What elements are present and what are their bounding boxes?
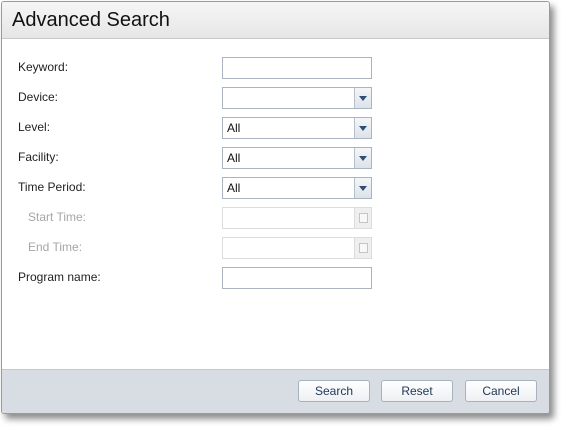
facility-label: Facility:	[18, 150, 59, 164]
program-name-input[interactable]	[222, 267, 372, 289]
program-name-label: Program name:	[18, 270, 101, 284]
start-time-input	[222, 207, 372, 229]
time-period-select[interactable]: All	[222, 177, 372, 199]
device-select[interactable]	[222, 87, 372, 109]
facility-row: Facility: All	[2, 147, 549, 169]
facility-select[interactable]: All	[222, 147, 372, 169]
dialog-titlebar: Advanced Search	[2, 2, 549, 39]
keyword-input[interactable]	[222, 57, 372, 79]
time-period-label: Time Period:	[18, 180, 86, 194]
level-row: Level: All	[2, 117, 549, 139]
time-period-value: All	[227, 181, 241, 195]
search-button[interactable]: Search	[298, 380, 370, 402]
device-row: Device:	[2, 87, 549, 109]
dialog-footer: Search Reset Cancel	[2, 369, 549, 413]
keyword-row: Keyword:	[2, 57, 549, 79]
end-time-input	[222, 237, 372, 259]
chevron-down-icon[interactable]	[354, 118, 371, 138]
calendar-icon	[354, 238, 371, 258]
level-select[interactable]: All	[222, 117, 372, 139]
time-period-row: Time Period: All	[2, 177, 549, 199]
start-time-row: Start Time:	[2, 207, 549, 229]
device-label: Device:	[18, 90, 59, 104]
level-value: All	[227, 121, 241, 135]
chevron-down-icon[interactable]	[354, 148, 371, 168]
chevron-down-icon[interactable]	[354, 178, 371, 198]
cancel-button[interactable]: Cancel	[465, 380, 537, 402]
start-time-label: Start Time:	[28, 210, 87, 224]
end-time-row: End Time:	[2, 237, 549, 259]
keyword-label: Keyword:	[18, 60, 69, 74]
reset-button[interactable]: Reset	[381, 380, 453, 402]
end-time-label: End Time:	[28, 240, 83, 254]
calendar-icon	[354, 208, 371, 228]
facility-value: All	[227, 151, 241, 165]
program-name-row: Program name:	[2, 267, 549, 289]
advanced-search-dialog: Advanced Search Keyword: Device: Level: …	[1, 1, 550, 414]
level-label: Level:	[18, 120, 51, 134]
dialog-title: Advanced Search	[12, 9, 170, 31]
chevron-down-icon[interactable]	[354, 88, 371, 108]
